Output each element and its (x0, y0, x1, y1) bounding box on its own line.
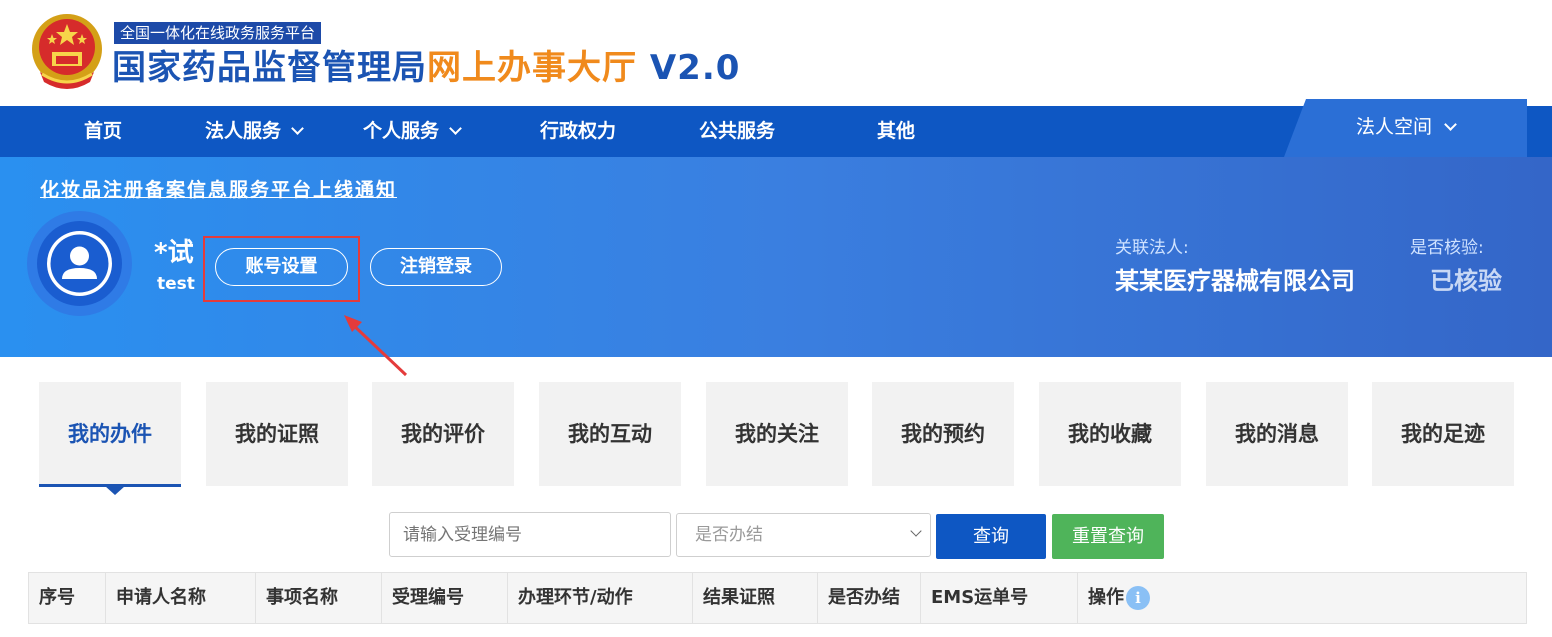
select-value: 是否办结 (695, 525, 763, 545)
verified-label: 是否核验: (1410, 238, 1484, 258)
info-icon[interactable]: i (1126, 586, 1150, 610)
column-header: 是否办结 (818, 573, 921, 623)
nav-item-label: 法人服务 (205, 120, 282, 142)
column-header: 结果证照 (693, 573, 818, 623)
chevron-down-icon (910, 525, 922, 537)
avatar (27, 211, 132, 316)
national-emblem-icon (30, 12, 104, 90)
chevron-down-icon (1444, 118, 1457, 131)
site-title-agency: 国家药品监督管理局 (112, 48, 427, 88)
nav-item-label: 公共服务 (699, 120, 776, 142)
related-legal-value: 某某医疗器械有限公司 (1115, 267, 1355, 295)
nav-item-personal-services[interactable]: 个人服务 (363, 106, 462, 157)
nav-item-admin-power[interactable]: 行政权力 (540, 106, 616, 157)
nav-item-other[interactable]: 其他 (877, 106, 915, 157)
nav-item-label: 个人服务 (363, 120, 440, 142)
notice-link[interactable]: 化妆品注册备案信息服务平台上线通知 (40, 175, 397, 202)
nav-item-label: 首页 (84, 120, 123, 142)
tab-my-licenses[interactable]: 我的证照 (206, 382, 348, 486)
tab-my-favorites[interactable]: 我的收藏 (1039, 382, 1181, 486)
chevron-down-icon (449, 122, 462, 135)
site-header: 全国一体化在线政务服务平台 国家药品监督管理局网上办事大厅 V2.0 (0, 0, 1552, 106)
acceptance-number-input[interactable] (389, 512, 671, 557)
related-legal-label: 关联法人: (1115, 238, 1189, 258)
nav-item-home[interactable]: 首页 (84, 106, 122, 157)
tab-my-appointments[interactable]: 我的预约 (872, 382, 1014, 486)
column-header-label: 操作 (1088, 587, 1124, 608)
reset-query-button[interactable]: 重置查询 (1052, 514, 1164, 559)
column-header: 序号 (29, 573, 106, 623)
tab-my-follows[interactable]: 我的关注 (706, 382, 848, 486)
user-login: test (157, 274, 195, 294)
annotation-arrow-icon (344, 315, 408, 377)
nav-item-label: 行政权力 (540, 120, 617, 142)
column-header: 办理环节/动作 (508, 573, 693, 623)
tab-my-footprints[interactable]: 我的足迹 (1372, 382, 1514, 486)
nav-item-label: 其他 (877, 120, 916, 142)
column-header-actions: 操作 i (1078, 573, 1526, 623)
highlight-annotation-box (203, 236, 360, 302)
verified-value: 已核验 (1430, 267, 1502, 295)
tab-my-interactions[interactable]: 我的互动 (539, 382, 681, 486)
user-avatar-icon (47, 231, 112, 296)
legal-space-label: 法人空间 (1355, 116, 1432, 138)
user-name: *试 (154, 238, 194, 268)
nav-item-public-services[interactable]: 公共服务 (699, 106, 775, 157)
caret-down-icon (105, 486, 125, 495)
logout-button[interactable]: 注销登录 (370, 248, 502, 286)
column-header: 受理编号 (382, 573, 508, 623)
avatar-inner-ring (37, 221, 122, 306)
table-header: 序号 申请人名称 事项名称 受理编号 办理环节/动作 结果证照 是否办结 EMS… (28, 572, 1527, 624)
platform-subtag: 全国一体化在线政务服务平台 (114, 22, 322, 44)
column-header: EMS运单号 (921, 573, 1078, 623)
user-banner: 化妆品注册备案信息服务平台上线通知 *试 test 账号设置 注销登录 关联法人… (0, 157, 1552, 357)
tab-my-cases[interactable]: 我的办件 (39, 382, 181, 486)
tab-my-messages[interactable]: 我的消息 (1206, 382, 1348, 486)
legal-space-dropdown[interactable]: 法人空间 (1284, 99, 1527, 157)
query-button[interactable]: 查询 (936, 514, 1046, 559)
column-header: 事项名称 (256, 573, 382, 623)
completion-status-select[interactable]: 是否办结 (676, 513, 931, 557)
site-title: 国家药品监督管理局网上办事大厅 V2.0 (112, 46, 740, 90)
site-title-hall: 网上办事大厅 (427, 48, 637, 88)
chevron-down-icon (291, 122, 304, 135)
tab-my-reviews[interactable]: 我的评价 (372, 382, 514, 486)
nav-item-legal-services[interactable]: 法人服务 (205, 106, 304, 157)
site-title-version: V2.0 (649, 48, 741, 88)
column-header: 申请人名称 (106, 573, 256, 623)
